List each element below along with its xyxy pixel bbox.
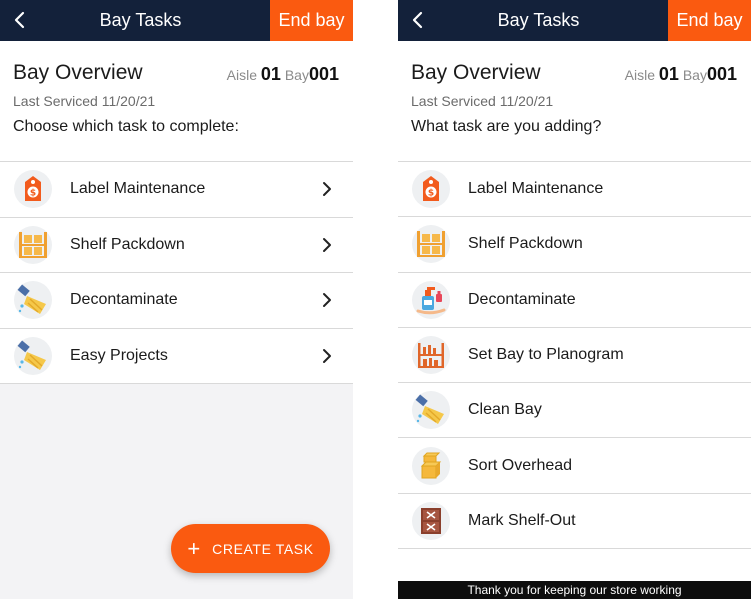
create-task-button[interactable]: + CREATE TASK (171, 524, 330, 573)
end-bay-button[interactable]: End bay (270, 0, 353, 41)
shelf-boxes-icon (412, 225, 450, 264)
task-type-label-maintenance[interactable]: $ Label Maintenance (398, 162, 751, 218)
aisle-label: Aisle (624, 67, 656, 83)
screenshot-stage: Bay Tasks End bay Bay Overview Aisle 01 … (0, 0, 751, 599)
task-type-decontaminate[interactable]: Decontaminate (398, 272, 751, 328)
top-app-bar: Bay Tasks End bay (0, 0, 353, 41)
chevron-right-icon (323, 348, 331, 363)
task-label: Decontaminate (468, 290, 576, 308)
create-task-label: CREATE TASK (212, 540, 314, 557)
cleaning-brush-icon (412, 391, 450, 430)
chevron-right-icon (323, 182, 331, 196)
end-bay-button[interactable]: End bay (668, 0, 751, 41)
footer-banner: Thank you for keeping our store working (398, 581, 751, 599)
task-label: Sort Overhead (468, 456, 573, 474)
aisle-label: Aisle (226, 67, 258, 83)
svg-text:$: $ (30, 189, 36, 199)
task-item-label-maintenance[interactable]: $ Label Maintenance (0, 162, 353, 218)
cleaning-brush-icon (14, 281, 52, 320)
plus-icon: + (187, 535, 201, 561)
aisle-bay-indicator: Aisle 01 Bay001 (227, 64, 339, 85)
bay-tasks-screen-right: Bay Tasks End bay Bay Overview Aisle 01 … (398, 0, 751, 599)
price-tag-icon: $ (412, 170, 450, 209)
aisle-value: 01 (260, 64, 281, 84)
chevron-right-icon (323, 237, 331, 252)
aisle-bay-indicator: Aisle 01 Bay001 (625, 64, 737, 85)
chevron-right-icon (323, 293, 331, 307)
shelf-out-icon (412, 501, 450, 540)
task-label: Clean Bay (468, 401, 542, 419)
bay-overview-header: Bay Overview Aisle 01 Bay001 Last Servic… (398, 41, 751, 161)
task-prompt: Choose which task to complete: (13, 118, 239, 135)
task-label: Set Bay to Planogram (468, 346, 624, 364)
bay-value: 001 (706, 64, 737, 84)
task-label: Mark Shelf-Out (468, 511, 576, 529)
bay-tasks-screen-left: Bay Tasks End bay Bay Overview Aisle 01 … (0, 0, 353, 599)
aisle-value: 01 (658, 64, 679, 84)
task-label: Label Maintenance (468, 180, 604, 198)
task-list: $ Label Maintenance Shelf Packdown Decon… (0, 161, 353, 384)
screen-title: Bay Tasks (497, 10, 580, 30)
task-type-shelf-packdown[interactable]: Shelf Packdown (398, 217, 751, 273)
task-label: Decontaminate (70, 291, 178, 309)
task-label: Easy Projects (70, 346, 168, 364)
sanitizer-icon (412, 280, 450, 319)
top-app-bar: Bay Tasks End bay (398, 0, 751, 41)
stacked-boxes-icon (412, 446, 450, 485)
task-prompt: What task are you adding? (411, 118, 602, 135)
task-label: Shelf Packdown (468, 235, 583, 253)
task-label: Shelf Packdown (70, 235, 185, 253)
task-type-set-bay-to-planogram[interactable]: Set Bay to Planogram (398, 327, 751, 384)
bay-value: 001 (308, 64, 339, 84)
task-item-decontaminate[interactable]: Decontaminate (0, 273, 353, 329)
price-tag-icon: $ (14, 170, 52, 209)
task-type-clean-bay[interactable]: Clean Bay (398, 383, 751, 439)
screen-title: Bay Tasks (99, 10, 182, 30)
last-serviced: Last Serviced 11/20/21 (13, 93, 156, 109)
svg-text:$: $ (428, 189, 434, 199)
task-item-shelf-packdown[interactable]: Shelf Packdown (0, 217, 353, 273)
task-item-easy-projects[interactable]: Easy Projects (0, 328, 353, 384)
planogram-shelf-icon (412, 336, 450, 375)
task-type-mark-shelf-out[interactable]: Mark Shelf-Out (398, 493, 751, 550)
bay-label: Bay (682, 67, 707, 83)
task-label: Label Maintenance (70, 180, 206, 198)
last-serviced: Last Serviced 11/20/21 (411, 93, 554, 109)
cleaning-brush-icon (14, 336, 52, 375)
shelf-boxes-icon (14, 225, 52, 264)
task-type-list: $ Label Maintenance Shelf Packdown Decon… (398, 161, 751, 550)
bay-overview-header: Bay Overview Aisle 01 Bay001 Last Servic… (0, 41, 353, 161)
bay-label: Bay (284, 67, 309, 83)
task-type-sort-overhead[interactable]: Sort Overhead (398, 438, 751, 494)
